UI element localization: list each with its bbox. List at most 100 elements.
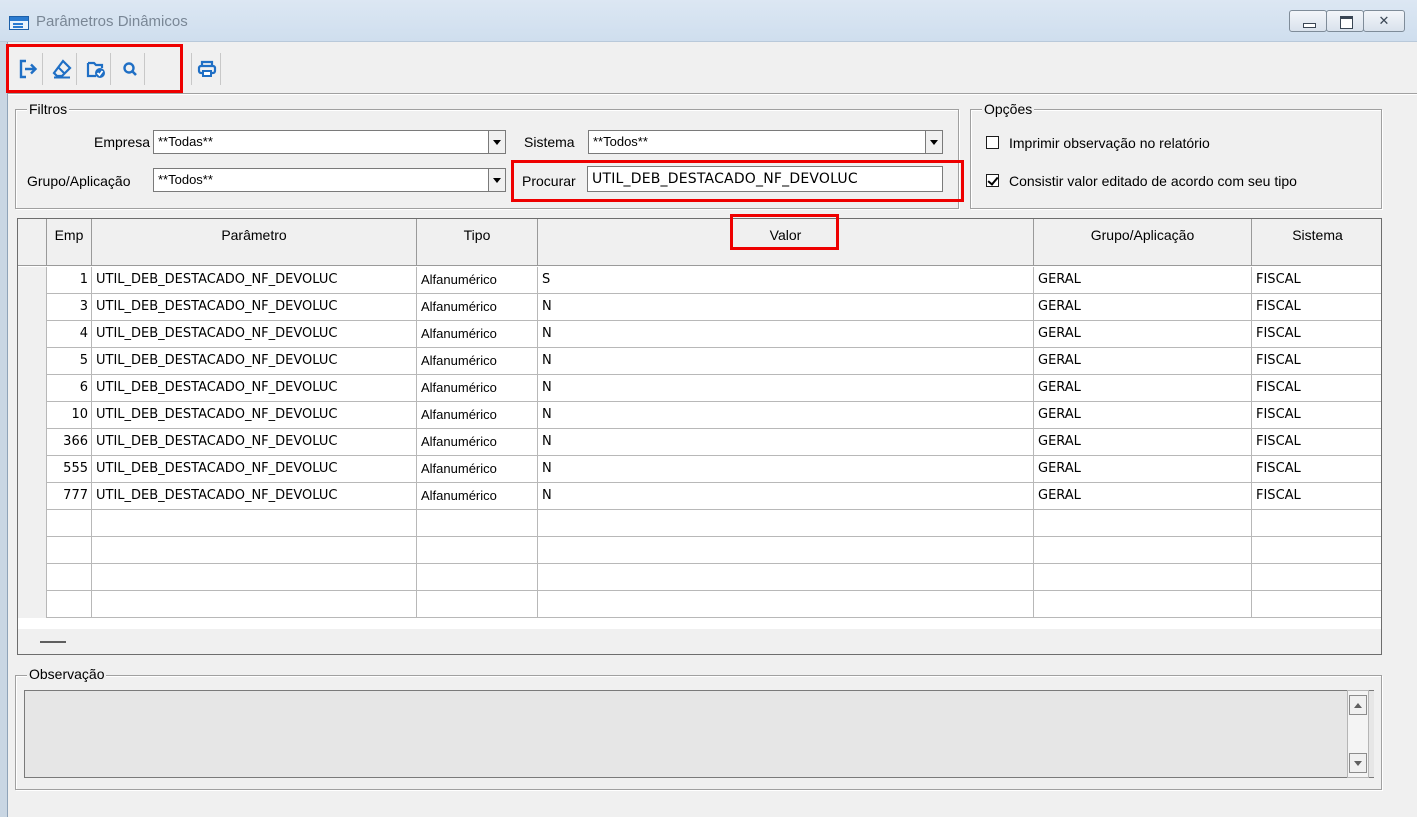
cell-sistema[interactable]: FISCAL [1252, 483, 1381, 510]
consistir-valor-checkbox[interactable] [986, 174, 999, 187]
cell-emp[interactable]: 1 [47, 267, 92, 294]
cell-parametro[interactable] [92, 591, 417, 618]
cell-emp[interactable] [47, 537, 92, 564]
cell-valor[interactable]: N [538, 375, 1034, 402]
header-parametro[interactable]: Parâmetro [92, 219, 417, 266]
cell-sistema[interactable] [1252, 510, 1381, 537]
cell-grupo-aplicacao[interactable] [1034, 591, 1252, 618]
cell-sistema[interactable]: FISCAL [1252, 267, 1381, 294]
cell-parametro[interactable] [92, 510, 417, 537]
cell-tipo[interactable]: Alfanumérico [417, 348, 538, 375]
cell-parametro[interactable]: UTIL_DEB_DESTACADO_NF_DEVOLUC [92, 402, 417, 429]
cell-valor[interactable]: N [538, 294, 1034, 321]
cell-parametro[interactable]: UTIL_DEB_DESTACADO_NF_DEVOLUC [92, 456, 417, 483]
cell-valor[interactable] [538, 564, 1034, 591]
cell-tipo[interactable]: Alfanumérico [417, 483, 538, 510]
confirm-button[interactable] [81, 53, 111, 85]
cell-parametro[interactable]: UTIL_DEB_DESTACADO_NF_DEVOLUC [92, 483, 417, 510]
cell-sistema[interactable] [1252, 537, 1381, 564]
cell-valor[interactable] [538, 591, 1034, 618]
header-grupo-aplicacao[interactable]: Grupo/Aplicação [1034, 219, 1252, 266]
table-row[interactable]: 4 UTIL_DEB_DESTACADO_NF_DEVOLUC Alfanuméri… [18, 321, 1381, 348]
empty-row[interactable] [18, 510, 1381, 537]
cell-emp[interactable] [47, 564, 92, 591]
cell-grupo-aplicacao[interactable]: GERAL [1034, 429, 1252, 456]
cell-tipo[interactable] [417, 564, 538, 591]
header-tipo[interactable]: Tipo [417, 219, 538, 266]
cell-tipo[interactable]: Alfanumérico [417, 294, 538, 321]
cell-parametro[interactable] [92, 537, 417, 564]
cell-emp[interactable]: 777 [47, 483, 92, 510]
table-row[interactable]: 5 UTIL_DEB_DESTACADO_NF_DEVOLUC Alfanuméri… [18, 348, 1381, 375]
cell-parametro[interactable]: UTIL_DEB_DESTACADO_NF_DEVOLUC [92, 429, 417, 456]
cell-grupo-aplicacao[interactable]: GERAL [1034, 294, 1252, 321]
header-sistema[interactable]: Sistema [1252, 219, 1381, 266]
cell-tipo[interactable] [417, 591, 538, 618]
header-valor[interactable]: Valor [538, 219, 1034, 266]
cell-sistema[interactable]: FISCAL [1252, 429, 1381, 456]
empty-row[interactable] [18, 591, 1381, 618]
close-button[interactable]: ✕ [1363, 10, 1405, 32]
cell-parametro[interactable]: UTIL_DEB_DESTACADO_NF_DEVOLUC [92, 348, 417, 375]
cell-tipo[interactable]: Alfanumérico [417, 402, 538, 429]
cell-sistema[interactable]: FISCAL [1252, 456, 1381, 483]
cell-tipo[interactable]: Alfanumérico [417, 375, 538, 402]
cell-grupo-aplicacao[interactable] [1034, 510, 1252, 537]
cell-valor[interactable] [538, 537, 1034, 564]
minimize-button[interactable] [1289, 10, 1327, 32]
cell-grupo-aplicacao[interactable]: GERAL [1034, 483, 1252, 510]
cell-grupo-aplicacao[interactable]: GERAL [1034, 321, 1252, 348]
maximize-button[interactable] [1326, 10, 1364, 32]
exit-button[interactable] [13, 53, 43, 85]
imprimir-observacao-checkbox[interactable] [986, 136, 999, 149]
table-row[interactable]: 777 UTIL_DEB_DESTACADO_NF_DEVOLUC Alfanumé… [18, 483, 1381, 510]
cell-valor[interactable]: N [538, 402, 1034, 429]
print-button[interactable] [191, 53, 221, 85]
clear-button[interactable] [47, 53, 77, 85]
cell-tipo[interactable]: Alfanumérico [417, 267, 538, 294]
cell-emp[interactable] [47, 510, 92, 537]
cell-valor[interactable]: N [538, 321, 1034, 348]
table-row[interactable]: 1 UTIL_DEB_DESTACADO_NF_DEVOLUC Alfanuméri… [18, 267, 1381, 294]
cell-tipo[interactable] [417, 537, 538, 564]
cell-valor[interactable]: N [538, 483, 1034, 510]
cell-emp[interactable]: 5 [47, 348, 92, 375]
cell-emp[interactable]: 366 [47, 429, 92, 456]
cell-sistema[interactable] [1252, 591, 1381, 618]
cell-emp[interactable]: 10 [47, 402, 92, 429]
search-button[interactable] [115, 53, 145, 85]
empty-row[interactable] [18, 537, 1381, 564]
cell-valor[interactable] [538, 510, 1034, 537]
grupo-dropdown-icon[interactable] [488, 168, 506, 192]
cell-valor[interactable]: N [538, 348, 1034, 375]
cell-parametro[interactable] [92, 564, 417, 591]
empresa-dropdown-icon[interactable] [488, 130, 506, 154]
scroll-down-icon[interactable] [1349, 753, 1367, 773]
cell-valor[interactable]: N [538, 456, 1034, 483]
cell-grupo-aplicacao[interactable]: GERAL [1034, 348, 1252, 375]
cell-emp[interactable]: 4 [47, 321, 92, 348]
cell-tipo[interactable]: Alfanumérico [417, 456, 538, 483]
cell-valor[interactable]: S [538, 267, 1034, 294]
cell-grupo-aplicacao[interactable] [1034, 564, 1252, 591]
cell-parametro[interactable]: UTIL_DEB_DESTACADO_NF_DEVOLUC [92, 294, 417, 321]
table-row[interactable]: 3 UTIL_DEB_DESTACADO_NF_DEVOLUC Alfanuméri… [18, 294, 1381, 321]
cell-grupo-aplicacao[interactable]: GERAL [1034, 267, 1252, 294]
cell-tipo[interactable]: Alfanumérico [417, 429, 538, 456]
cell-emp[interactable]: 555 [47, 456, 92, 483]
header-emp[interactable]: Emp [47, 219, 92, 266]
empty-row[interactable] [18, 564, 1381, 591]
cell-grupo-aplicacao[interactable]: GERAL [1034, 402, 1252, 429]
grupo-combo[interactable]: **Todos** [153, 168, 506, 192]
table-row[interactable]: 6 UTIL_DEB_DESTACADO_NF_DEVOLUC Alfanuméri… [18, 375, 1381, 402]
cell-sistema[interactable]: FISCAL [1252, 348, 1381, 375]
sistema-combo[interactable]: **Todos** [588, 130, 943, 154]
observacao-scrollbar[interactable] [1347, 690, 1369, 778]
cell-emp[interactable] [47, 591, 92, 618]
empresa-combo[interactable]: **Todas** [153, 130, 506, 154]
sistema-dropdown-icon[interactable] [925, 130, 943, 154]
cell-emp[interactable]: 3 [47, 294, 92, 321]
cell-valor[interactable]: N [538, 429, 1034, 456]
observacao-textarea[interactable] [24, 690, 1374, 778]
table-row[interactable]: 555 UTIL_DEB_DESTACADO_NF_DEVOLUC Alfanumé… [18, 456, 1381, 483]
